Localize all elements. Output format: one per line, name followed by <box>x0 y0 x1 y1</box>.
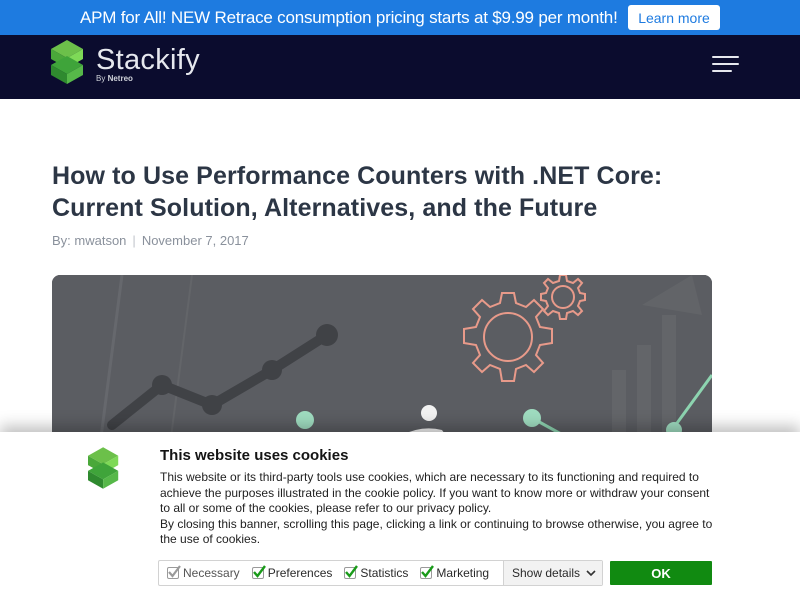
statistics-label: Statistics <box>360 566 409 580</box>
logo-wordmark: Stackify <box>96 44 200 76</box>
promo-text: APM for All! NEW Retrace consumption pri… <box>80 8 618 27</box>
stackify-logo-icon <box>88 447 119 489</box>
stackify-logo[interactable] <box>51 40 87 89</box>
hamburger-icon[interactable] <box>712 55 739 73</box>
cookie-paragraph-1: This website or its third-party tools us… <box>160 470 710 515</box>
consent-options: Necessary Preferences Statistics Marketi… <box>158 560 603 586</box>
site-header: Stackify By Netreo <box>0 35 800 99</box>
checkbox-icon <box>420 565 435 579</box>
author-link[interactable]: By: mwatson <box>52 233 126 248</box>
show-details-dropdown[interactable]: Show details <box>503 561 602 585</box>
learn-more-button[interactable]: Learn more <box>628 5 720 30</box>
checkbox-icon <box>251 565 266 579</box>
ok-button[interactable]: OK <box>610 561 712 585</box>
article-byline: By: mwatson | November 7, 2017 <box>52 233 249 248</box>
byline-separator: | <box>132 233 136 248</box>
publish-date: November 7, 2017 <box>141 233 249 248</box>
logo-by-brand: Netreo <box>107 74 133 83</box>
necessary-checkbox[interactable]: Necessary <box>159 561 244 585</box>
logo-by-text: By <box>96 74 106 83</box>
show-details-label: Show details <box>512 566 581 580</box>
page-title: How to Use Performance Counters with .NE… <box>52 160 752 224</box>
promo-banner: APM for All! NEW Retrace consumption pri… <box>0 0 800 35</box>
checkbox-icon <box>167 565 181 579</box>
cookie-logo <box>88 447 122 494</box>
checkbox-icon <box>344 565 359 579</box>
cookie-paragraph-2: By closing this banner, scrolling this p… <box>160 516 713 547</box>
necessary-label: Necessary <box>183 566 240 580</box>
stackify-logo-icon <box>51 40 83 84</box>
cookie-title: This website uses cookies <box>160 447 349 464</box>
cookie-text: This website or its third-party tools us… <box>160 470 720 548</box>
chevron-down-icon <box>586 570 596 577</box>
statistics-checkbox[interactable]: Statistics <box>336 561 412 585</box>
hero-illustration <box>52 275 712 445</box>
preferences-label: Preferences <box>267 566 333 580</box>
title-line-1: How to Use Performance Counters with .NE… <box>52 162 663 190</box>
marketing-label: Marketing <box>436 566 490 580</box>
title-line-2: Current Solution, Alternatives, and the … <box>52 194 598 222</box>
logo-byline: By Netreo <box>96 74 133 83</box>
marketing-checkbox[interactable]: Marketing <box>412 561 493 585</box>
preferences-checkbox[interactable]: Preferences <box>244 561 337 585</box>
hero-graphic <box>52 275 712 445</box>
cookie-banner: This website uses cookies This website o… <box>0 432 800 600</box>
